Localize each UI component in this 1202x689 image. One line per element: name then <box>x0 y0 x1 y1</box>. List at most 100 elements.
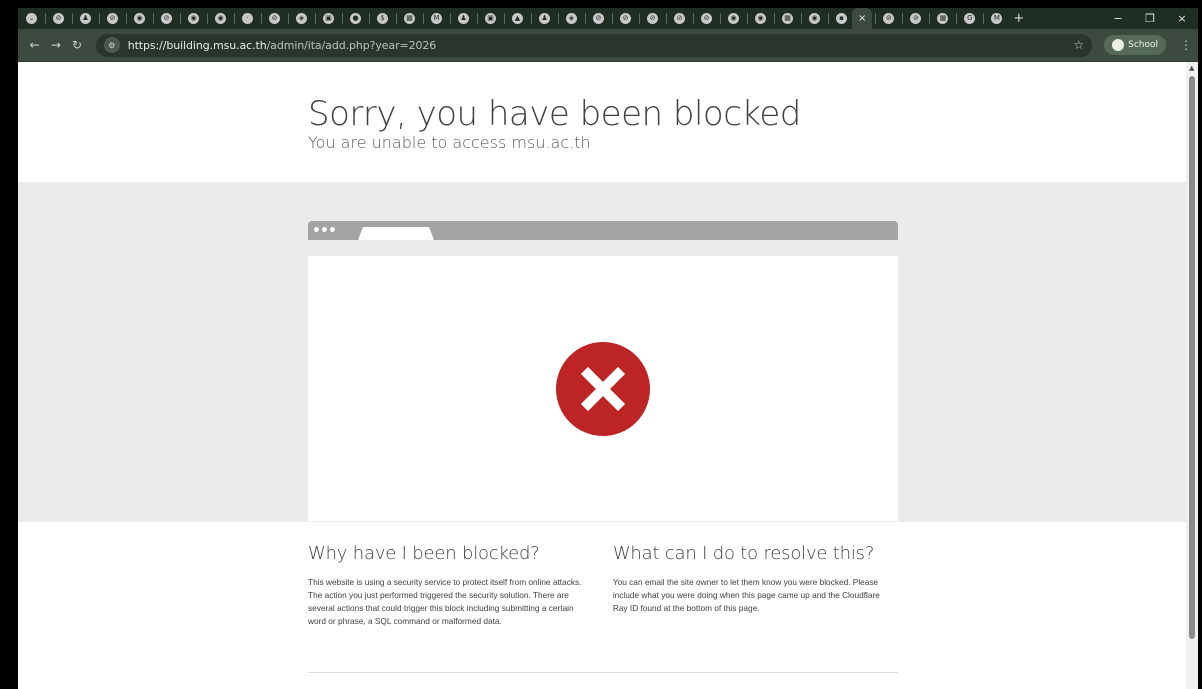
browser-tab[interactable]: ⊘ <box>643 8 663 29</box>
browser-tab[interactable]: ▦ <box>400 8 420 29</box>
browser-tab[interactable]: ⊘ <box>49 8 69 29</box>
tab-separator <box>288 13 289 24</box>
browser-tab[interactable]: ♟ <box>535 8 555 29</box>
browser-tab[interactable]: ▦ <box>933 8 953 29</box>
browser-toolbar: ← → ↻ ⚙ https://building.msu.ac.th/admin… <box>18 29 1198 62</box>
back-button[interactable]: ← <box>24 38 45 52</box>
browser-tab[interactable]: M <box>987 8 1007 29</box>
footer-divider <box>308 672 898 673</box>
tab-favicon-icon: ⊘ <box>593 13 604 24</box>
x-mark-icon <box>580 366 626 411</box>
browser-tab[interactable]: ◉ <box>751 8 771 29</box>
why-body: This website is using a security service… <box>308 577 582 626</box>
tab-separator <box>180 13 181 24</box>
tab-favicon-icon: ◉ <box>809 13 820 24</box>
browser-tab[interactable]: ⊘ <box>906 8 926 29</box>
browser-tab[interactable]: ◉ <box>211 8 231 29</box>
bookmark-star-icon[interactable]: ☆ <box>1073 38 1084 52</box>
site-info-icon[interactable]: ⚙ <box>103 37 120 53</box>
blocked-x-icon <box>556 341 650 436</box>
tab-favicon-icon: ▲ <box>512 13 523 24</box>
page-scrollbar[interactable]: ▲ <box>1186 62 1198 689</box>
tab-strip: ⌄ ⊘ ♟ ⊘ ◉ ⊘ ◉ ◉ · ⊘ ◈ ▣ ● $ ▦ M ♟ ▣ ▲ ♟ ◈ ⊘ ⊘ ⊘ ⊘ ⊘ ◉ ◉ ▦ ◉ ▪ × ⊘ ⊘ ▦ G M … <box>18 8 1198 29</box>
scroll-up-icon[interactable]: ▲ <box>1189 64 1194 72</box>
restore-button[interactable]: ❐ <box>1134 12 1166 25</box>
browser-tab[interactable]: G <box>960 8 980 29</box>
browser-tab[interactable]: M <box>427 8 447 29</box>
new-tab-button[interactable]: + <box>1007 11 1030 26</box>
browser-tab[interactable]: ⊘ <box>697 8 717 29</box>
tab-favicon-icon: M <box>991 13 1003 24</box>
browser-tab[interactable]: ⊘ <box>879 8 899 29</box>
browser-tab[interactable]: ▣ <box>319 8 339 29</box>
browser-tab[interactable]: ● <box>346 8 366 29</box>
explanation-columns: Why have I been blocked? This website is… <box>308 542 898 628</box>
tab-favicon-icon: ▣ <box>485 13 496 24</box>
browser-tab[interactable]: ⌄ <box>22 8 42 29</box>
browser-tab[interactable]: ⊘ <box>265 8 285 29</box>
tab-favicon-icon: ♟ <box>539 13 550 24</box>
browser-tab[interactable]: ◈ <box>562 8 582 29</box>
profile-label: School <box>1128 40 1159 50</box>
address-bar[interactable]: ⚙ https://building.msu.ac.th/admin/ita/a… <box>95 33 1093 57</box>
browser-menu-icon[interactable]: ⋮ <box>1180 38 1192 52</box>
browser-tab[interactable]: ♟ <box>76 8 96 29</box>
active-tab[interactable]: × <box>852 8 873 29</box>
browser-tab[interactable]: · <box>238 8 258 29</box>
tab-separator <box>45 13 46 24</box>
tab-favicon-icon: ⊘ <box>161 13 172 24</box>
tab-favicon-icon: ◉ <box>215 13 226 24</box>
scrollbar-thumb[interactable] <box>1189 76 1195 639</box>
tab-separator <box>315 13 316 24</box>
url-text[interactable]: https://building.msu.ac.th/admin/ita/add… <box>128 39 437 52</box>
browser-tab[interactable]: ▣ <box>481 8 501 29</box>
reload-button[interactable]: ↻ <box>66 38 87 52</box>
tab-favicon-icon: ◉ <box>728 13 739 24</box>
minimize-button[interactable]: − <box>1102 12 1134 25</box>
tab-favicon-icon: ⊘ <box>910 13 922 24</box>
tab-separator <box>477 13 478 24</box>
tab-separator <box>639 13 640 24</box>
browser-tab[interactable]: ⊘ <box>157 8 177 29</box>
browser-tab[interactable]: ⊘ <box>103 8 123 29</box>
tab-separator <box>720 13 721 24</box>
forward-button[interactable]: → <box>45 38 66 52</box>
tab-favicon-icon: ⊘ <box>701 13 712 24</box>
page-title: Sorry, you have been blocked <box>308 94 801 134</box>
browser-tab[interactable]: ◈ <box>292 8 312 29</box>
tab-list: ⌄ ⊘ ♟ ⊘ ◉ ⊘ ◉ ◉ · ⊘ ◈ ▣ ● $ ▦ M ♟ ▣ ▲ ♟ ◈ ⊘ ⊘ ⊘ ⊘ ⊘ ◉ ◉ ▦ ◉ ▪ <box>22 8 852 29</box>
browser-tab[interactable]: ⊘ <box>670 8 690 29</box>
tab-favicon-icon: ◉ <box>755 13 766 24</box>
tab-favicon-icon: ◉ <box>188 13 199 24</box>
tab-separator <box>774 13 775 24</box>
close-window-button[interactable]: × <box>1166 12 1198 25</box>
page-subtitle: You are unable to access msu.ac.th <box>308 133 591 152</box>
why-heading: Why have I been blocked? <box>308 543 540 564</box>
url-path: /admin/ita/add.php?year=2026 <box>266 38 437 52</box>
browser-tab[interactable]: $ <box>373 8 393 29</box>
browser-tab[interactable]: ◉ <box>805 8 825 29</box>
trailing-tab-list: ⊘ ⊘ ▦ G M <box>872 8 1007 29</box>
tab-favicon-icon: ▣ <box>323 13 334 24</box>
tab-separator <box>956 13 958 24</box>
browser-tab[interactable]: ⊘ <box>616 8 636 29</box>
tab-separator <box>902 13 904 24</box>
tab-favicon-icon: ⊘ <box>883 13 895 24</box>
tab-favicon-icon: ▦ <box>782 13 793 24</box>
browser-tab[interactable]: ◉ <box>130 8 150 29</box>
browser-tab[interactable]: ♟ <box>454 8 474 29</box>
close-tab-icon[interactable]: × <box>858 13 866 24</box>
illustration-body <box>308 256 898 521</box>
tab-favicon-icon: ◈ <box>296 13 307 24</box>
tab-separator <box>369 13 370 24</box>
browser-tab[interactable]: ⊘ <box>589 8 609 29</box>
profile-button[interactable]: School <box>1104 35 1167 55</box>
browser-tab[interactable]: ◉ <box>184 8 204 29</box>
tab-separator <box>929 13 931 24</box>
tab-separator <box>693 13 694 24</box>
tab-favicon-icon: ⊘ <box>674 13 685 24</box>
browser-tab[interactable]: ▲ <box>508 8 528 29</box>
browser-tab[interactable]: ◉ <box>724 8 744 29</box>
browser-tab[interactable]: ▪ <box>832 8 852 29</box>
browser-tab[interactable]: ▦ <box>778 8 798 29</box>
